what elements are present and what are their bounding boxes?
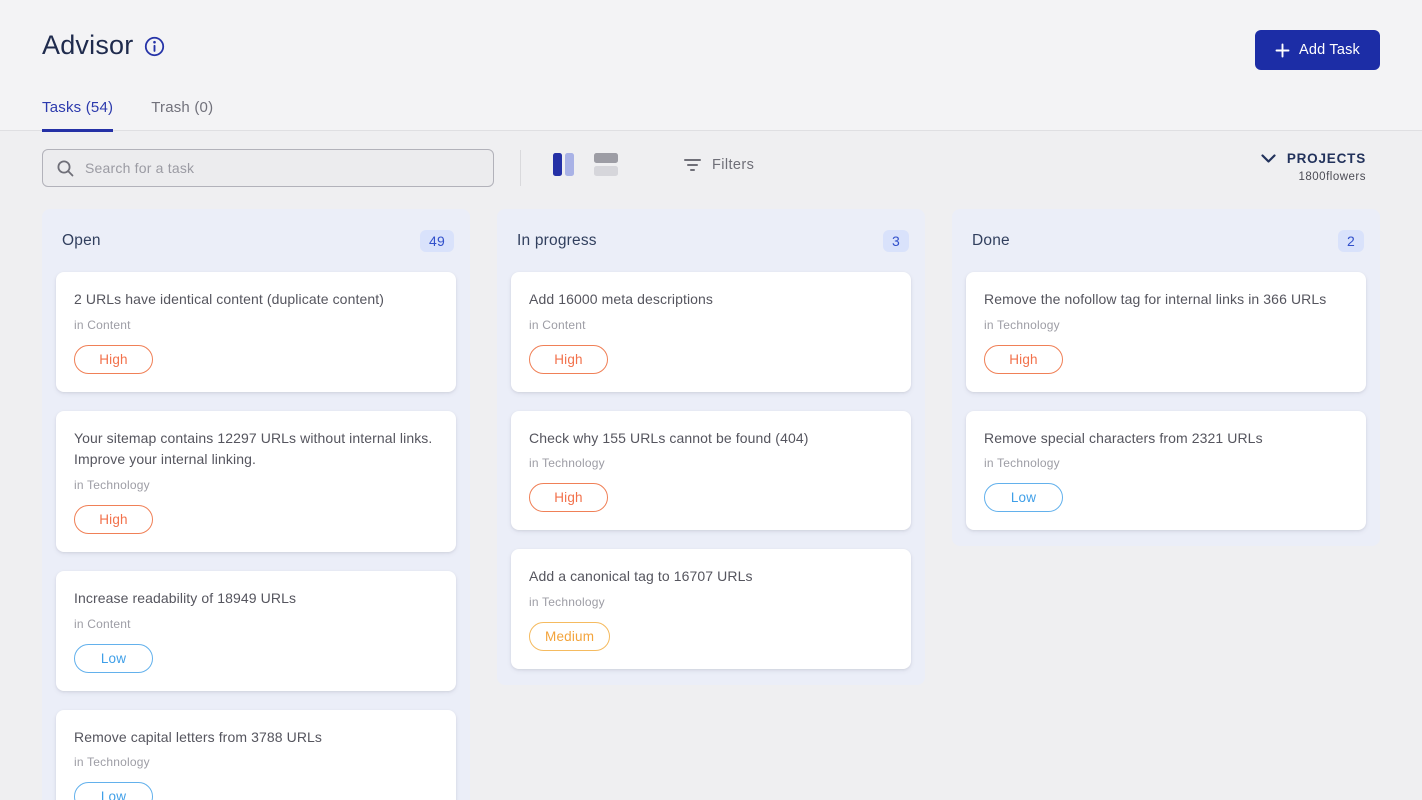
filters-label: Filters (712, 157, 754, 173)
column-header: Done 2 (966, 223, 1366, 259)
card-title: Add 16000 meta descriptions (529, 289, 893, 311)
search-input[interactable] (85, 160, 480, 176)
card-title: 2 URLs have identical content (duplicate… (74, 289, 438, 311)
filters-button[interactable]: Filters (684, 157, 754, 173)
task-card[interactable]: Check why 155 URLs cannot be found (404)… (511, 411, 911, 531)
page-title: Advisor (42, 30, 133, 61)
column-title: Done (972, 232, 1010, 250)
projects-dropdown: PROJECTS 1800flowers (1261, 151, 1366, 183)
advisor-page: Advisor Add Task (0, 0, 1422, 800)
kanban-column: Open 49 2 URLs have identical content (d… (42, 209, 470, 800)
add-task-label: Add Task (1299, 42, 1360, 58)
project-name: 1800flowers (1298, 171, 1366, 183)
card-title: Remove the nofollow tag for internal lin… (984, 289, 1348, 311)
view-toggle (553, 153, 618, 176)
column-cards: 2 URLs have identical content (duplicate… (56, 272, 456, 800)
filter-icon (684, 159, 701, 171)
task-card[interactable]: Increase readability of 18949 URLs in Co… (56, 571, 456, 691)
priority-badge: Low (74, 782, 153, 800)
priority-badge: High (984, 345, 1063, 374)
task-card[interactable]: Add 16000 meta descriptions in Content H… (511, 272, 911, 392)
toolbar-divider (520, 150, 521, 186)
column-count-badge: 49 (420, 230, 454, 252)
card-category: in Technology (529, 456, 893, 470)
projects-label: PROJECTS (1287, 151, 1366, 166)
tab-tasks[interactable]: Tasks (54) (42, 99, 113, 132)
task-card[interactable]: Remove special characters from 2321 URLs… (966, 411, 1366, 531)
chevron-down-icon (1261, 154, 1276, 164)
card-category: in Content (74, 617, 438, 631)
search-box (42, 149, 494, 187)
card-title: Increase readability of 18949 URLs (74, 588, 438, 610)
kanban-column: Done 2 Remove the nofollow tag for inter… (952, 209, 1380, 546)
card-category: in Content (529, 318, 893, 332)
priority-badge: High (529, 345, 608, 374)
projects-selector[interactable]: PROJECTS (1261, 151, 1366, 166)
tab-trash[interactable]: Trash (0) (151, 99, 213, 130)
task-card[interactable]: Add a canonical tag to 16707 URLs in Tec… (511, 549, 911, 669)
column-count-badge: 2 (1338, 230, 1364, 252)
list-view-icon[interactable] (594, 153, 618, 176)
plus-icon (1275, 43, 1290, 58)
kanban-view-icon[interactable] (553, 153, 574, 176)
toolbar: Filters PROJECTS 1800flowers (0, 131, 1422, 187)
task-card[interactable]: Your sitemap contains 12297 URLs without… (56, 411, 456, 552)
kanban-column: In progress 3 Add 16000 meta description… (497, 209, 925, 685)
card-category: in Technology (74, 755, 438, 769)
priority-badge: High (74, 505, 153, 534)
priority-badge: Low (984, 483, 1063, 512)
card-category: in Content (74, 318, 438, 332)
card-title: Your sitemap contains 12297 URLs without… (74, 428, 438, 471)
tab-bar: Tasks (54) Trash (0) (42, 99, 1380, 130)
card-category: in Technology (984, 456, 1348, 470)
task-card[interactable]: 2 URLs have identical content (duplicate… (56, 272, 456, 392)
priority-badge: Medium (529, 622, 610, 651)
search-icon (56, 159, 75, 178)
column-count-badge: 3 (883, 230, 909, 252)
page-header: Advisor Add Task (0, 0, 1422, 131)
card-title: Remove special characters from 2321 URLs (984, 428, 1348, 450)
card-category: in Technology (74, 478, 438, 492)
card-title: Remove capital letters from 3788 URLs (74, 727, 438, 749)
card-title: Check why 155 URLs cannot be found (404) (529, 428, 893, 450)
priority-badge: Low (74, 644, 153, 673)
priority-badge: High (529, 483, 608, 512)
column-header: Open 49 (56, 223, 456, 259)
column-header: In progress 3 (511, 223, 911, 259)
card-category: in Technology (529, 595, 893, 609)
column-cards: Remove the nofollow tag for internal lin… (966, 272, 1366, 530)
task-card[interactable]: Remove the nofollow tag for internal lin… (966, 272, 1366, 392)
task-card[interactable]: Remove capital letters from 3788 URLs in… (56, 710, 456, 800)
priority-badge: High (74, 345, 153, 374)
column-title: In progress (517, 232, 597, 250)
card-category: in Technology (984, 318, 1348, 332)
card-title: Add a canonical tag to 16707 URLs (529, 566, 893, 588)
kanban-board: Open 49 2 URLs have identical content (d… (0, 187, 1422, 800)
column-cards: Add 16000 meta descriptions in Content H… (511, 272, 911, 669)
column-title: Open (62, 232, 101, 250)
add-task-button[interactable]: Add Task (1255, 30, 1380, 70)
info-icon[interactable] (144, 36, 165, 57)
